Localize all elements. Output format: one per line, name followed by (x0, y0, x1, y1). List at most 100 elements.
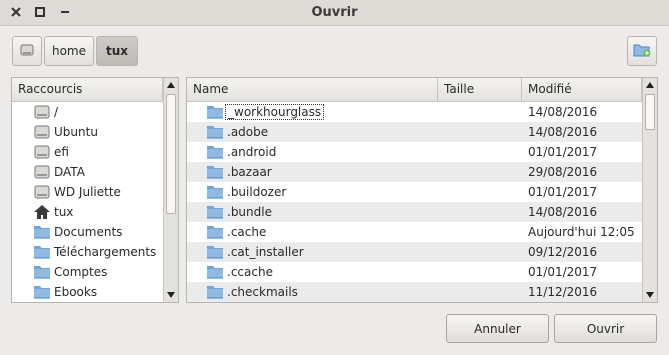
home-icon (34, 205, 50, 219)
sidebar-item-label: Ubuntu (54, 125, 98, 139)
file-modified: 11/12/2016 (528, 285, 598, 299)
folder-icon (207, 285, 223, 299)
file-list-scroll-thumb[interactable] (645, 94, 655, 130)
new-folder-button[interactable] (627, 36, 657, 66)
file-modified: 14/08/2016 (528, 105, 598, 119)
folder-icon (34, 265, 50, 279)
sidebar-scrollbar[interactable] (163, 78, 178, 302)
file-name: .bazaar (227, 165, 272, 179)
sidebar-item-4[interactable]: WD Juliette (12, 182, 163, 202)
folder-icon (207, 145, 223, 159)
folder-icon (207, 245, 223, 259)
sidebar-item-label: / (54, 105, 59, 119)
sidebar-item-3[interactable]: DATA (12, 162, 163, 182)
file-name: .cache (227, 225, 267, 239)
folder-icon (207, 105, 223, 119)
column-header-size[interactable]: Taille (438, 78, 522, 102)
folder-icon (207, 125, 223, 139)
file-name: .adobe (227, 125, 269, 139)
cancel-button[interactable]: Annuler (446, 314, 549, 343)
column-header-name[interactable]: Name (187, 78, 438, 102)
file-modified: 01/01/2017 (528, 185, 598, 199)
table-row[interactable]: _workhourglass 14/08/2016 (187, 102, 642, 122)
drive-icon (34, 145, 50, 159)
folder-icon (34, 285, 50, 299)
path-segment-label: home (51, 44, 87, 58)
file-name: .checkmails (227, 285, 298, 299)
sidebar-item-label: Ebooks (54, 285, 98, 299)
table-row[interactable]: .checkmails 11/12/2016 (187, 282, 642, 302)
sidebar-item-label: tux (54, 205, 74, 219)
sidebar-item-7[interactable]: Téléchargements (12, 242, 163, 262)
scroll-down-icon[interactable] (164, 288, 178, 302)
folder-icon (207, 205, 223, 219)
file-modified: Aujourd'hui 12:05 (528, 225, 635, 239)
new-folder-icon (633, 42, 651, 61)
table-row[interactable]: .ccache 01/01/2017 (187, 262, 642, 282)
file-modified: 14/08/2016 (528, 125, 598, 139)
folder-icon (207, 165, 223, 179)
drive-icon (34, 105, 50, 119)
sidebar-item-2[interactable]: efi (12, 142, 163, 162)
sidebar-item-label: WD Juliette (54, 185, 121, 199)
file-list: Name Taille Modifié _workhourglass 14/08/… (186, 77, 658, 303)
file-modified: 29/08/2016 (528, 165, 598, 179)
places-sidebar: Raccourcis / Ubuntu efi DATA WD Juliette tux D… (11, 77, 179, 303)
sidebar-item-8[interactable]: Comptes (12, 262, 163, 282)
file-modified: 01/01/2017 (528, 265, 598, 279)
file-rows: _workhourglass 14/08/2016 .adobe 14/08/2016… (187, 102, 642, 302)
drive-icon (34, 125, 50, 139)
scroll-up-icon[interactable] (643, 78, 657, 92)
table-row[interactable]: .bundle 14/08/2016 (187, 202, 642, 222)
sidebar-list: / Ubuntu efi DATA WD Juliette tux Documents Tél… (12, 102, 163, 302)
file-open-dialog: Ouvrir home tux Raccourcis / Ubuntu efi DAT… (0, 0, 669, 355)
table-row[interactable]: .cache Aujourd'hui 12:05 (187, 222, 642, 242)
scroll-up-icon[interactable] (164, 78, 178, 92)
sidebar-item-label: Téléchargements (54, 245, 157, 259)
file-name: .android (227, 145, 277, 159)
sidebar-item-5[interactable]: tux (12, 202, 163, 222)
sidebar-item-9[interactable]: Ebooks (12, 282, 163, 302)
file-list-scrollbar[interactable] (642, 78, 657, 302)
folder-icon (34, 225, 50, 239)
drive-icon (34, 185, 50, 199)
table-row[interactable]: .android 01/01/2017 (187, 142, 642, 162)
file-modified: 14/08/2016 (528, 205, 598, 219)
table-row[interactable]: .cat_installer 09/12/2016 (187, 242, 642, 262)
file-name: _workhourglass (225, 104, 325, 120)
sidebar-item-1[interactable]: Ubuntu (12, 122, 163, 142)
sidebar-item-label: DATA (54, 165, 85, 179)
path-segment-tux[interactable]: tux (96, 36, 138, 66)
table-row[interactable]: .bazaar 29/08/2016 (187, 162, 642, 182)
path-root-button[interactable] (12, 36, 42, 66)
column-header-modified[interactable]: Modifié (522, 78, 642, 102)
file-modified: 09/12/2016 (528, 245, 598, 259)
folder-icon (207, 185, 223, 199)
open-button[interactable]: Ouvrir (554, 314, 657, 343)
drive-icon (34, 165, 50, 179)
file-modified: 01/01/2017 (528, 145, 598, 159)
sidebar-item-6[interactable]: Documents (12, 222, 163, 242)
drive-icon (19, 42, 35, 61)
folder-icon (207, 265, 223, 279)
sidebar-item-label: efi (54, 145, 69, 159)
sidebar-item-0[interactable]: / (12, 102, 163, 122)
file-name: .ccache (227, 265, 273, 279)
sidebar-item-label: Comptes (54, 265, 108, 279)
title-bar: Ouvrir (0, 0, 669, 26)
table-row[interactable]: .buildozer 01/01/2017 (187, 182, 642, 202)
table-row[interactable]: .adobe 14/08/2016 (187, 122, 642, 142)
path-segment-label: tux (105, 44, 129, 58)
folder-icon (34, 245, 50, 259)
sidebar-item-label: Documents (54, 225, 123, 239)
window-title: Ouvrir (311, 5, 358, 20)
folder-icon (207, 225, 223, 239)
file-name: .cat_installer (227, 245, 304, 259)
file-name: .buildozer (227, 185, 287, 199)
scroll-down-icon[interactable] (643, 288, 657, 302)
sidebar-scroll-thumb[interactable] (166, 94, 176, 214)
file-name: .bundle (227, 205, 272, 219)
file-list-header: Name Taille Modifié (187, 78, 642, 102)
path-segment-home[interactable]: home (44, 36, 94, 66)
sidebar-header: Raccourcis (12, 78, 163, 102)
